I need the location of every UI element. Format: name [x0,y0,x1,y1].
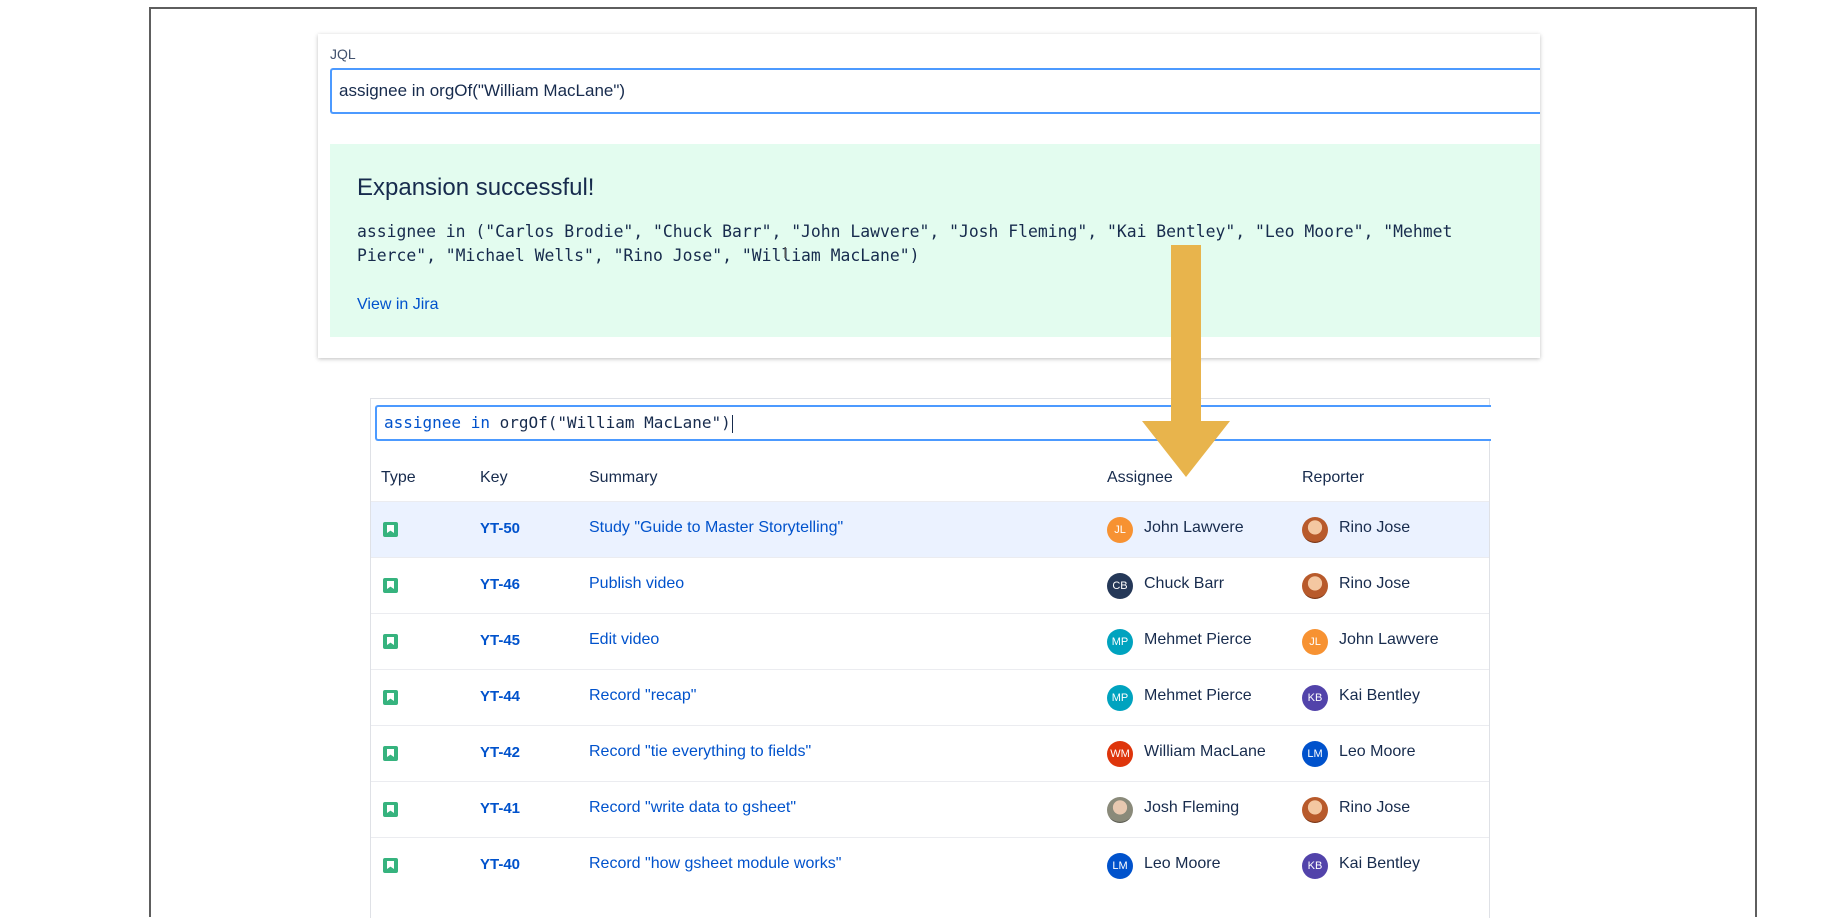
assignee-name: Josh Fleming [1144,799,1240,816]
table-row[interactable]: YT-50 Study "Guide to Master Storytelling… [371,501,1489,558]
reporter-name: John Lawvere [1339,631,1439,648]
table-row[interactable]: YT-46 Publish video CB Chuck Barr Rino Jose [371,557,1489,614]
reporter-avatar: LM [1302,741,1328,767]
table-row[interactable]: YT-45 Edit video MP Mehmet Pierce JL John Law… [371,613,1489,670]
assignee-avatar [1107,797,1133,823]
assignee-avatar: LM [1107,853,1133,879]
issue-key-link[interactable]: YT-40 [480,856,520,873]
story-bookmark-icon [383,522,398,537]
table-row[interactable]: YT-41 Record "write data to gsheet" Josh F… [371,781,1489,838]
reporter-avatar: KB [1302,853,1328,879]
assignee-avatar: MP [1107,629,1133,655]
assignee-name: Mehmet Pierce [1144,687,1252,704]
assignee-name: William MacLane [1144,743,1266,760]
view-in-jira-link[interactable]: View in Jira [357,296,439,314]
issue-summary-link[interactable]: Record "tie everything to fields" [589,743,811,761]
issue-summary-link[interactable]: Edit video [589,631,659,649]
header-type[interactable]: Type [381,469,416,487]
text-caret [731,414,733,433]
header-reporter[interactable]: Reporter [1302,469,1364,487]
story-bookmark-icon [383,690,398,705]
reporter-name: Rino Jose [1339,519,1411,536]
story-bookmark-icon [383,802,398,817]
issue-summary-link[interactable]: Study "Guide to Master Storytelling" [589,519,843,537]
issue-key-link[interactable]: YT-50 [480,520,520,537]
jql-operator-token: in [470,413,490,432]
reporter-avatar [1302,573,1328,599]
jql-label: JQL [330,46,356,62]
issue-key-link[interactable]: YT-41 [480,800,520,817]
reporter-avatar [1302,797,1328,823]
assignee-name: Mehmet Pierce [1144,631,1252,648]
assignee-name: Chuck Barr [1144,575,1225,592]
reporter-name: Kai Bentley [1339,855,1420,872]
table-row[interactable]: YT-40 Record "how gsheet module works" LM L… [371,837,1489,894]
jql-field-token: assignee [384,413,462,432]
story-bookmark-icon [383,746,398,761]
story-bookmark-icon [383,858,398,873]
table-row[interactable]: YT-44 Record "recap" MP Mehmet Pierce KB Kai … [371,669,1489,726]
issue-key-link[interactable]: YT-45 [480,632,520,649]
assignee-name: John Lawvere [1144,519,1244,536]
table-row[interactable]: YT-42 Record "tie everything to fields" WM… [371,725,1489,782]
jql-expand-panel: JQL assignee in orgOf("William MacLane")… [318,34,1540,358]
down-arrow-icon [1142,245,1230,477]
reporter-name: Rino Jose [1339,799,1411,816]
issue-key-link[interactable]: YT-42 [480,744,520,761]
jql-function-token: orgOf("William MacLane") [499,413,731,432]
i-beam-cursor-icon: I [783,245,788,262]
reporter-name: Leo Moore [1339,743,1416,760]
story-bookmark-icon [383,634,398,649]
jira-issue-search: assignee in orgOf("William MacLane") Typ… [370,398,1491,918]
reporter-avatar: JL [1302,629,1328,655]
reporter-avatar [1302,517,1328,543]
table-header: Type Key Summary Assignee Reporter [371,461,1489,501]
issue-summary-link[interactable]: Record "write data to gsheet" [589,799,796,817]
header-key[interactable]: Key [480,469,508,487]
expanded-jql: assignee in ("Carlos Brodie", "Chuck Bar… [357,222,1453,265]
assignee-avatar: CB [1107,573,1133,599]
issue-summary-link[interactable]: Publish video [589,575,684,593]
assignee-avatar: WM [1107,741,1133,767]
issue-key-link[interactable]: YT-46 [480,576,520,593]
jql-input[interactable]: assignee in orgOf("William MacLane") [330,68,1540,114]
issue-summary-link[interactable]: Record "recap" [589,687,696,705]
header-summary[interactable]: Summary [589,469,657,487]
issue-summary-link[interactable]: Record "how gsheet module works" [589,855,841,873]
reporter-name: Kai Bentley [1339,687,1420,704]
success-message: Expansion successful! assignee in ("Carl… [330,144,1540,337]
jira-search-input[interactable]: assignee in orgOf("William MacLane") [375,405,1491,441]
assignee-avatar: MP [1107,685,1133,711]
success-title: Expansion successful! [357,174,595,201]
reporter-avatar: KB [1302,685,1328,711]
reporter-name: Rino Jose [1339,575,1411,592]
assignee-name: Leo Moore [1144,855,1221,872]
issue-key-link[interactable]: YT-44 [480,688,520,705]
story-bookmark-icon [383,578,398,593]
assignee-avatar: JL [1107,517,1133,543]
